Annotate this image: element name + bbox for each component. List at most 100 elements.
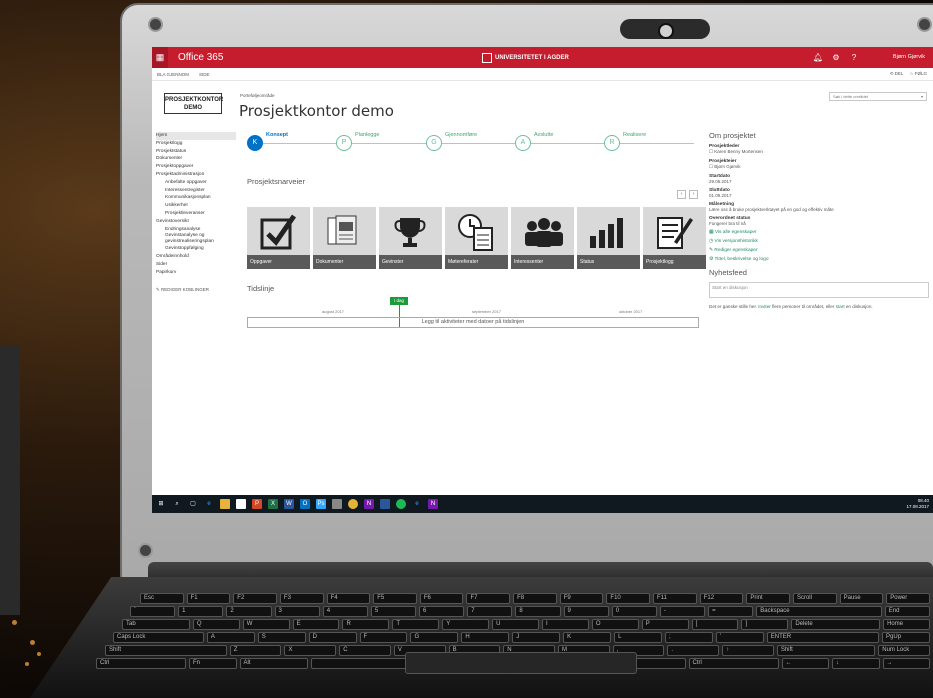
nav-item-usikkerhet[interactable]: Usikkerhet — [156, 202, 236, 210]
search-placeholder: Søk i dette området — [833, 94, 868, 99]
nav-item-gevinstoversikt[interactable]: Gevinstoversikt — [156, 218, 236, 226]
nav-item-prosjektstatus[interactable]: Prosjektstatus — [156, 148, 236, 156]
invite-link[interactable]: Inviter — [758, 304, 771, 309]
edit-properties-link[interactable]: ✎ Rediger egenskaper — [709, 248, 929, 253]
word-icon[interactable]: W — [284, 499, 294, 509]
phase-planlegge[interactable]: P Planlegge — [336, 132, 379, 151]
teams-icon[interactable] — [380, 499, 390, 509]
field-value: ☐ Karen Benny Mortensen — [709, 149, 929, 155]
tile-interessenter[interactable]: Interessenter — [511, 207, 574, 269]
key: Esc — [140, 593, 184, 604]
tile-gevinster[interactable]: Gevinster — [379, 207, 442, 269]
next-button[interactable]: › — [689, 190, 698, 199]
nav-item-papirkurv[interactable]: Papirkurv — [156, 269, 236, 277]
onenote-icon[interactable]: N — [364, 499, 374, 509]
version-history-link[interactable]: ◷ Vis versjonshistorikk — [709, 239, 929, 244]
tile-status[interactable]: Status — [577, 207, 640, 269]
site-logo[interactable]: PROSJEKTKONTOR DEMO — [164, 93, 223, 114]
field-value-text[interactable]: Karen Benny Mortensen — [714, 149, 763, 154]
gear-icon[interactable]: ⚙ — [827, 47, 845, 68]
key: 5 — [370, 606, 417, 617]
shortcut-tiles: Oppgaver Dokumenter Gevinster Møterefera… — [247, 207, 706, 269]
tile-moetereferater[interactable]: Møtereferater — [445, 207, 508, 269]
bokeh-light — [12, 620, 17, 625]
windows-taskbar: ⊞ ⌕ ▢ e P X W O Ps N e N 08.40 17.08.201… — [152, 495, 933, 513]
task-view-icon[interactable]: ▢ — [188, 499, 198, 509]
nav-item-dokumenter[interactable]: Dokumenter — [156, 155, 236, 163]
follow-button[interactable]: ☆ FØLG — [909, 71, 927, 77]
key: Scroll — [792, 593, 837, 604]
search-icon[interactable]: ⌕ — [172, 499, 182, 509]
nav-item-kommunikasjonsplan[interactable]: Kommunikasjonsplan — [156, 194, 236, 202]
nav-item-prosjektoppgaver[interactable]: Prosjektoppgaver — [156, 163, 236, 171]
field-value-text[interactable]: Bjørn Gjørvik — [714, 164, 740, 169]
search-icon[interactable]: ▾ — [921, 94, 923, 99]
help-icon[interactable]: ? — [845, 47, 863, 68]
key: ← — [781, 658, 829, 669]
outlook-icon[interactable]: O — [300, 499, 310, 509]
keyboard-row: ` 1 2 3 4 5 6 7 8 9 0- = Backspace End — [130, 606, 930, 617]
phase-realisere[interactable]: R Realisere — [604, 132, 646, 151]
nav-item-prosjektadministrasjon[interactable]: Prosjektadministrasjon — [156, 171, 236, 179]
key: Ctrl — [96, 658, 186, 669]
about-project-panel: Om prosjektet Prosjektleder ☐ Karen Benn… — [709, 131, 929, 309]
edge-browser-icon[interactable]: e — [204, 499, 214, 509]
nav-item-omradeinnhold[interactable]: Områdeinnhold — [156, 253, 236, 261]
ribbon-tab-browse[interactable]: BLA GJENNOM — [157, 72, 189, 77]
tile-dokumenter[interactable]: Dokumenter — [313, 207, 376, 269]
share-button[interactable]: ⟲ DEL — [890, 71, 904, 77]
nav-item-gevinstoppfolging[interactable]: Gevinstoppfølging — [156, 245, 236, 253]
title-description-logo-link[interactable]: ⚙ Tittel, beskrivelse og logo — [709, 257, 929, 262]
link-label: Tittel, beskrivelse og logo — [714, 257, 769, 262]
nav-item-gevinstanalyse[interactable]: Gevinstanalyse og gevinstrealiseringspla… — [156, 233, 236, 245]
bokeh-light — [37, 652, 41, 656]
key: Y — [442, 619, 490, 630]
app-icon[interactable] — [332, 499, 342, 509]
prev-button[interactable]: ‹ — [677, 190, 686, 199]
view-all-properties-link[interactable]: ▦ Vis alle egenskaper — [709, 230, 929, 235]
key: Z — [229, 645, 282, 656]
file-explorer-icon[interactable] — [220, 499, 230, 509]
windows-start-icon[interactable]: ⊞ — [156, 499, 166, 509]
start-discussion-link[interactable]: start — [836, 304, 845, 309]
excel-icon[interactable]: X — [268, 499, 278, 509]
phase-gjennomfore[interactable]: G Gjennomføre — [426, 132, 477, 151]
nav-item-prosjektleveranser[interactable]: Prosjektleveranser — [156, 210, 236, 218]
tile-oppgaver[interactable]: Oppgaver — [247, 207, 310, 269]
nav-item-sider[interactable]: Sider — [156, 261, 236, 269]
onenote-icon[interactable]: N — [428, 499, 438, 509]
key: F7 — [466, 593, 511, 604]
timeline[interactable]: I dag august 2017 september 2017 oktober… — [247, 297, 699, 331]
ribbon-tab-page[interactable]: SIDE — [199, 72, 210, 77]
start-discussion-input[interactable]: Start en diskusjon — [709, 282, 929, 298]
edit-links-button[interactable]: ✎ REDIGER KOBLINGER — [156, 287, 236, 293]
chrome-icon[interactable] — [348, 499, 358, 509]
phase-circle: A — [515, 135, 531, 151]
breadcrumb[interactable]: Porteføljeområde — [240, 93, 275, 98]
key: P — [641, 619, 689, 630]
internet-explorer-icon[interactable]: e — [412, 499, 422, 509]
spotify-icon[interactable] — [396, 499, 406, 509]
key: O — [591, 619, 639, 630]
nav-item-anbefalte-oppgaver[interactable]: Anbefalte oppgaver — [156, 179, 236, 187]
nav-item-interessentregister[interactable]: Interessentregister — [156, 187, 236, 195]
store-icon[interactable] — [236, 499, 246, 509]
tile-prosjektlogg[interactable]: Prosjektlogg — [643, 207, 706, 269]
system-clock[interactable]: 08.40 17.08.2017 — [906, 498, 929, 510]
user-menu[interactable]: Bjørn Gjørvik — [893, 54, 925, 60]
phase-avslutte[interactable]: A Avslutte — [515, 132, 553, 151]
keyboard-row: Caps Lock A S D F G H J K L; ' ENTER PgUp — [113, 632, 930, 643]
search-input[interactable]: Søk i dette området ▾ — [829, 92, 927, 101]
photoshop-icon[interactable]: Ps — [316, 499, 326, 509]
nav-item-home[interactable]: Hjem — [156, 132, 236, 140]
powerpoint-icon[interactable]: P — [252, 499, 262, 509]
checkbox-icon — [260, 214, 297, 250]
suite-app-name[interactable]: Office 365 — [178, 52, 223, 63]
newsfeed-text: en diskusjon. — [844, 304, 873, 309]
phase-konsept[interactable]: K Konsept — [247, 132, 288, 151]
nav-item-prosjektlogg[interactable]: Prosjektlogg — [156, 140, 236, 148]
key: 9 — [563, 606, 609, 617]
bell-icon[interactable]: 🔔︎ — [809, 47, 827, 68]
app-launcher-icon[interactable]: ▦ — [152, 47, 168, 68]
timeline-add-activities[interactable]: Legg til aktiviteter med datoer på tidsl… — [247, 317, 699, 328]
